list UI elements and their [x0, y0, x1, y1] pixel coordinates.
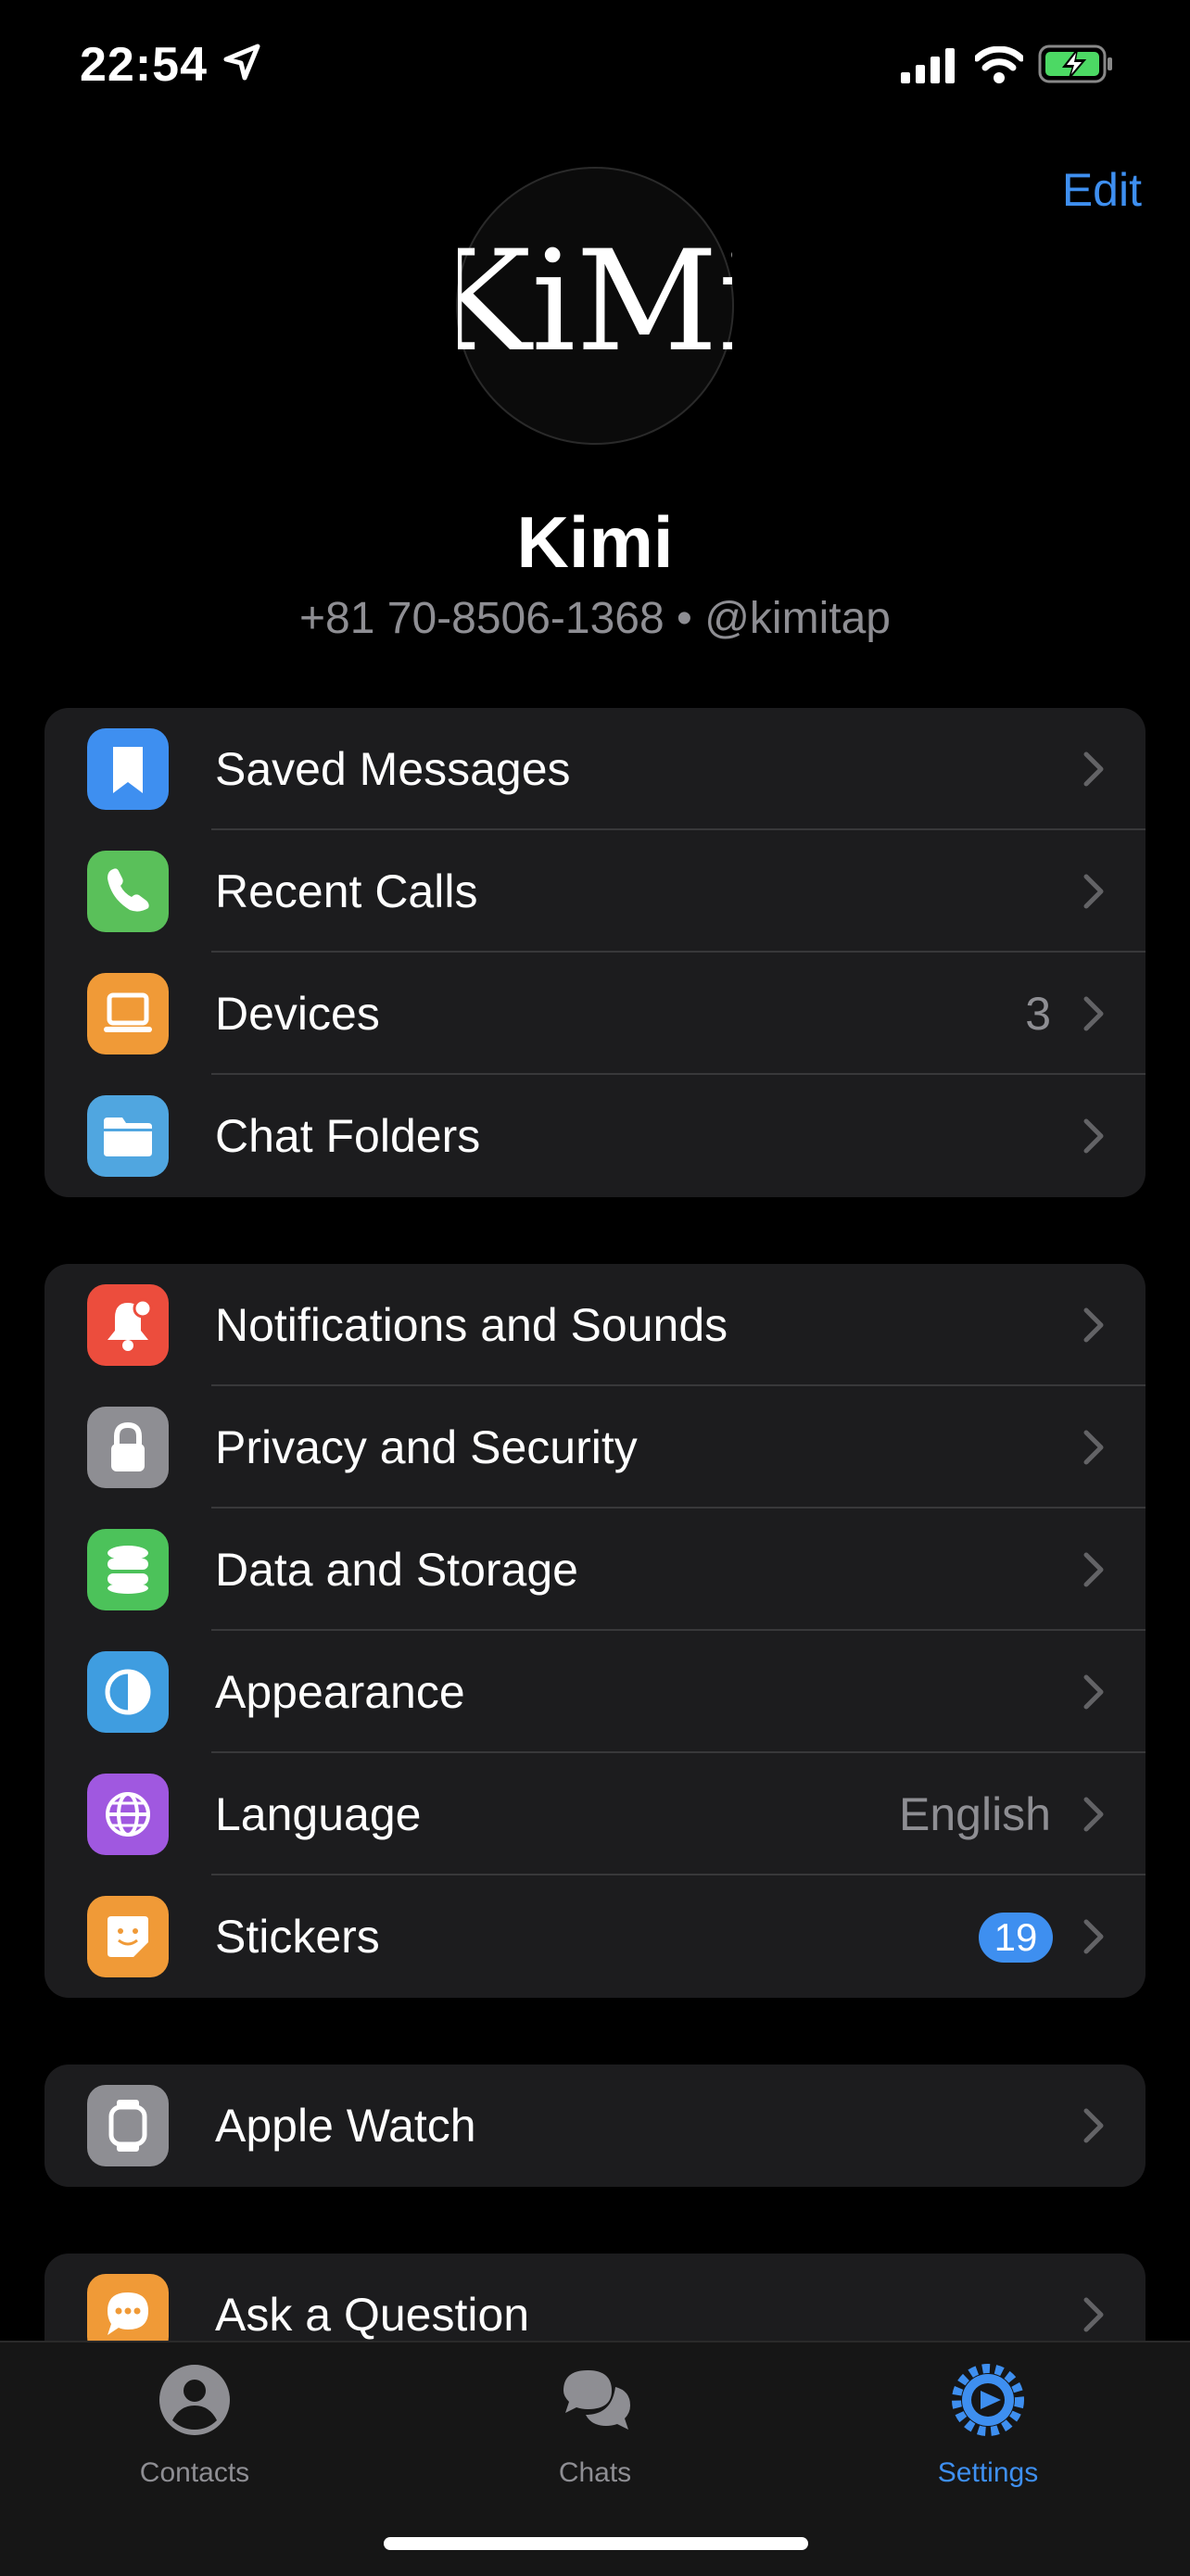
chevron-right-icon	[1083, 996, 1104, 1031]
chevron-right-icon	[1083, 1797, 1104, 1832]
chevron-right-icon	[1083, 2108, 1104, 2143]
bell-icon	[87, 1284, 169, 1366]
row-apple-watch[interactable]: Apple Watch	[44, 2065, 1146, 2187]
tab-label: Settings	[937, 2457, 1039, 2488]
person-icon	[159, 2365, 230, 2435]
sticker-icon	[87, 1896, 169, 1977]
row-label: Data and Storage	[215, 1544, 578, 1596]
chevron-right-icon	[1083, 2297, 1104, 2332]
folder-icon	[87, 1095, 169, 1177]
chevron-right-icon	[1083, 1307, 1104, 1343]
row-label: Saved Messages	[215, 743, 571, 795]
stickers-badge: 19	[979, 1913, 1053, 1963]
chevron-right-icon	[1083, 1118, 1104, 1154]
globe-icon	[87, 1774, 169, 1855]
home-indicator	[384, 2537, 808, 2550]
tab-settings[interactable]: Settings	[849, 2342, 1127, 2509]
row-devices[interactable]: Devices 3	[44, 953, 1146, 1075]
row-appearance[interactable]: Appearance	[44, 1631, 1146, 1753]
row-notifications[interactable]: Notifications and Sounds	[44, 1264, 1146, 1386]
tab-chats[interactable]: Chats	[456, 2342, 734, 2509]
row-label: Notifications and Sounds	[215, 1299, 728, 1351]
profile-subtitle: +81 70-8506-1368 • @kimitap	[0, 593, 1190, 644]
settings-group-account: Saved Messages Recent Calls Devices 3 Ch…	[44, 708, 1146, 1197]
chevron-right-icon	[1083, 874, 1104, 909]
tab-label: Chats	[558, 2457, 632, 2488]
bookmark-icon	[87, 728, 169, 810]
row-label: Privacy and Security	[215, 1421, 638, 1473]
svg-text:KiMi: KiMi	[458, 221, 732, 383]
row-label: Stickers	[215, 1911, 380, 1963]
row-label: Language	[215, 1788, 422, 1840]
chevron-right-icon	[1083, 1430, 1104, 1465]
laptop-icon	[87, 973, 169, 1054]
chevron-right-icon	[1083, 1552, 1104, 1587]
half-circle-icon	[87, 1651, 169, 1733]
row-stickers[interactable]: Stickers 19	[44, 1875, 1146, 1998]
row-chat-folders[interactable]: Chat Folders	[44, 1075, 1146, 1197]
status-bar: 22:54	[0, 0, 1190, 130]
row-saved-messages[interactable]: Saved Messages	[44, 708, 1146, 830]
row-label: Recent Calls	[215, 865, 478, 917]
profile-name: Kimi	[516, 501, 674, 583]
row-label: Apple Watch	[215, 2100, 476, 2152]
phone-icon	[87, 851, 169, 932]
profile-username: @kimitap	[704, 594, 891, 643]
row-label: Devices	[215, 988, 380, 1040]
chevron-right-icon	[1083, 1674, 1104, 1710]
status-time: 22:54	[80, 38, 208, 92]
chevron-right-icon	[1083, 1919, 1104, 1954]
location-arrow-icon	[223, 44, 260, 81]
cellular-signal-icon	[901, 48, 955, 83]
tab-contacts[interactable]: Contacts	[56, 2342, 334, 2509]
battery-charging-icon	[1038, 44, 1112, 83]
row-language[interactable]: Language English	[44, 1753, 1146, 1875]
language-value: English	[899, 1788, 1051, 1840]
row-recent-calls[interactable]: Recent Calls	[44, 830, 1146, 953]
wifi-icon	[975, 46, 1023, 83]
lock-icon	[87, 1407, 169, 1488]
separator-dot: •	[677, 594, 692, 643]
watch-icon	[87, 2085, 169, 2166]
gear-icon	[952, 2364, 1024, 2436]
row-label: Appearance	[215, 1666, 465, 1718]
settings-group-watch: Apple Watch	[44, 2065, 1146, 2187]
avatar-logo: KiMi	[427, 221, 763, 383]
devices-count: 3	[1025, 988, 1051, 1040]
tab-label: Contacts	[139, 2457, 250, 2488]
row-privacy[interactable]: Privacy and Security	[44, 1386, 1146, 1509]
row-label: Chat Folders	[215, 1110, 481, 1162]
profile-phone: +81 70-8506-1368	[299, 594, 665, 643]
row-data-storage[interactable]: Data and Storage	[44, 1509, 1146, 1631]
settings-group-preferences: Notifications and Sounds Privacy and Sec…	[44, 1264, 1146, 1998]
database-icon	[87, 1529, 169, 1610]
chevron-right-icon	[1083, 751, 1104, 787]
edit-button[interactable]: Edit	[1062, 163, 1142, 217]
avatar[interactable]: KiMi	[427, 167, 763, 445]
chats-icon	[563, 2370, 630, 2430]
